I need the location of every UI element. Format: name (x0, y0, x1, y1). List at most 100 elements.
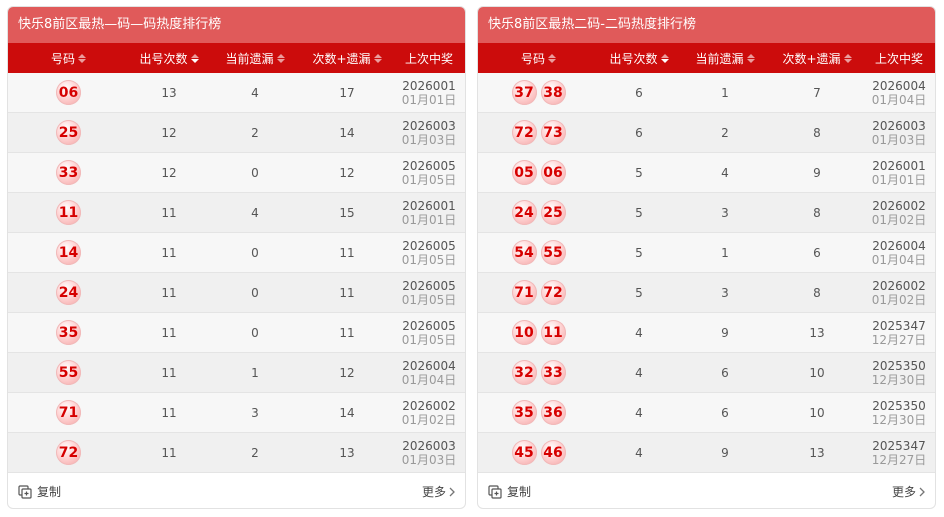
sort-by-number[interactable]: 号码 (8, 43, 129, 73)
more-link[interactable]: 更多 (422, 483, 455, 500)
last-win-cell: 2026002 01月02日 (393, 393, 465, 433)
miss-cell: 0 (251, 285, 259, 300)
sort-arrows-icon (660, 53, 669, 63)
number-ball: 72 (511, 120, 537, 145)
issue-date: 01月05日 (401, 252, 457, 267)
number-ball: 32 (511, 360, 537, 385)
number-ball: 11 (56, 200, 81, 225)
copy-icon (18, 484, 32, 499)
sort-by-count[interactable]: 出号次数 (599, 43, 679, 73)
sort-by-count[interactable]: 出号次数 (129, 43, 209, 73)
sum-cell: 14 (339, 125, 355, 140)
issue-number: 2025347 (872, 318, 926, 333)
copy-label: 复制 (507, 485, 532, 499)
miss-cell: 2 (251, 445, 259, 460)
last-win-cell: 2026005 01月05日 (393, 153, 465, 193)
issue-number: 2026004 (872, 238, 926, 253)
issue-number: 2026002 (872, 278, 926, 293)
issue-number: 2026005 (402, 238, 456, 253)
sum-cell: 11 (339, 285, 355, 300)
issue-date: 01月04日 (871, 252, 927, 267)
issue-date: 01月05日 (401, 172, 457, 187)
issue-number: 2026004 (402, 358, 456, 373)
last-win-cell: 2026003 01月03日 (863, 113, 935, 153)
number-cell: 25 (8, 113, 129, 153)
last-win-cell: 2026005 01月05日 (393, 233, 465, 273)
sum-cell: 10 (809, 405, 825, 420)
table-row: 25 12 2 14 2026003 01月03日 (8, 113, 465, 153)
issue-date: 01月02日 (871, 292, 927, 307)
number-ball: 45 (511, 440, 537, 465)
panel-title: 快乐8前区最热二码-二码热度排行榜 (478, 7, 935, 43)
issue-date: 01月01日 (871, 172, 927, 187)
count-cell: 6 (635, 125, 643, 140)
issue-date: 12月30日 (871, 412, 927, 427)
table-row: 72 73 6 2 8 2026003 01月03日 (478, 113, 935, 153)
number-cell: 14 (8, 233, 129, 273)
count-cell: 11 (161, 205, 177, 220)
header-last-win: 上次中奖 (874, 51, 923, 66)
table-header: 号码 出号次数 当前遗漏 次数+遗漏 上次中奖 (478, 43, 935, 73)
number-cell: 24 25 (478, 193, 599, 233)
issue-number: 2026002 (872, 198, 926, 213)
table-row: 55 11 1 12 2026004 01月04日 (8, 353, 465, 393)
sort-arrows-icon (843, 53, 852, 63)
table-row: 05 06 5 4 9 2026001 01月01日 (478, 153, 935, 193)
sort-by-miss[interactable]: 当前遗漏 (679, 43, 771, 73)
miss-cell: 6 (721, 405, 729, 420)
miss-cell: 1 (721, 85, 729, 100)
chevron-right-icon (449, 487, 455, 496)
number-cell: 72 73 (478, 113, 599, 153)
number-ball: 11 (540, 320, 566, 345)
table-header: 号码 出号次数 当前遗漏 次数+遗漏 上次中奖 (8, 43, 465, 73)
miss-cell: 4 (721, 165, 729, 180)
miss-cell: 3 (721, 285, 729, 300)
last-win-cell: 2026004 01月04日 (863, 73, 935, 113)
issue-date: 01月05日 (401, 292, 457, 307)
issue-date: 01月02日 (401, 412, 457, 427)
header-last-win: 上次中奖 (404, 51, 453, 66)
table-row: 24 25 5 3 8 2026002 01月02日 (478, 193, 935, 233)
sort-by-miss[interactable]: 当前遗漏 (209, 43, 301, 73)
issue-date: 01月01日 (401, 212, 457, 227)
issue-date: 12月27日 (871, 332, 927, 347)
sort-by-sum[interactable]: 次数+遗漏 (301, 43, 393, 73)
sort-arrows-icon (746, 53, 755, 63)
issue-date: 01月03日 (401, 132, 457, 147)
sort-by-number[interactable]: 号码 (478, 43, 599, 73)
sum-cell: 11 (339, 245, 355, 260)
issue-number: 2026003 (402, 118, 456, 133)
last-win-cell: 2026004 01月04日 (863, 233, 935, 273)
table-row: 33 12 0 12 2026005 01月05日 (8, 153, 465, 193)
sum-cell: 6 (813, 245, 821, 260)
issue-date: 01月03日 (871, 132, 927, 147)
copy-label: 复制 (37, 485, 62, 499)
header-number: 号码 (50, 51, 75, 66)
number-ball: 10 (511, 320, 537, 345)
sort-arrows-icon (190, 53, 199, 63)
number-ball: 72 (540, 280, 566, 305)
more-link[interactable]: 更多 (892, 483, 925, 500)
last-win-cell: 2026003 01月03日 (393, 113, 465, 153)
number-ball: 73 (540, 120, 566, 145)
count-cell: 13 (161, 85, 177, 100)
number-ball: 72 (56, 440, 81, 465)
copy-button[interactable]: 复制 (18, 483, 61, 500)
header-number: 号码 (520, 51, 545, 66)
last-win-cell: 2026002 01月02日 (863, 273, 935, 313)
copy-button[interactable]: 复制 (488, 483, 531, 500)
issue-number: 2026005 (402, 318, 456, 333)
issue-number: 2026001 (872, 158, 926, 173)
sum-cell: 13 (809, 325, 825, 340)
number-cell: 71 (8, 393, 129, 433)
sort-by-sum[interactable]: 次数+遗漏 (771, 43, 863, 73)
last-win-cell: 2026001 01月01日 (393, 73, 465, 113)
sum-cell: 12 (339, 165, 355, 180)
header-miss: 当前遗漏 (695, 51, 744, 66)
sum-cell: 10 (809, 365, 825, 380)
number-ball: 46 (540, 440, 566, 465)
last-win-cell: 2026001 01月01日 (393, 193, 465, 233)
issue-number: 2026004 (872, 78, 926, 93)
issue-number: 2026003 (872, 118, 926, 133)
miss-cell: 3 (251, 405, 259, 420)
